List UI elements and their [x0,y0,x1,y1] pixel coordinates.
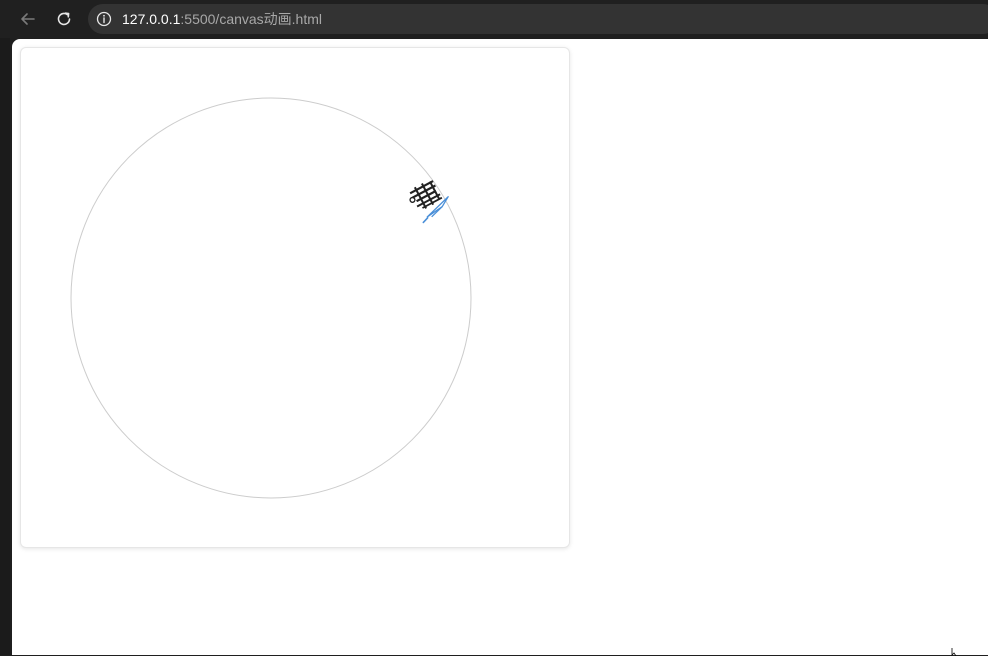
browser-toolbar: 127.0.0.1:5500/canvas动画.html [0,0,988,38]
airplane-sprite [409,180,449,224]
canvas-drawing [70,97,472,499]
orbit-circle [70,97,472,499]
page-viewport [12,39,988,655]
url-path: :5500/canvas动画.html [180,11,323,27]
address-bar[interactable]: 127.0.0.1:5500/canvas动画.html [88,4,988,34]
arrow-left-icon [21,13,35,25]
reload-button[interactable] [50,5,78,33]
url-host: 127.0.0.1 [122,11,181,27]
reload-icon [57,12,71,26]
back-button[interactable] [14,5,42,33]
animation-canvas [20,47,570,548]
info-icon[interactable] [96,11,112,27]
url-text[interactable]: 127.0.0.1:5500/canvas动画.html [122,11,322,27]
window-edge [0,38,10,655]
